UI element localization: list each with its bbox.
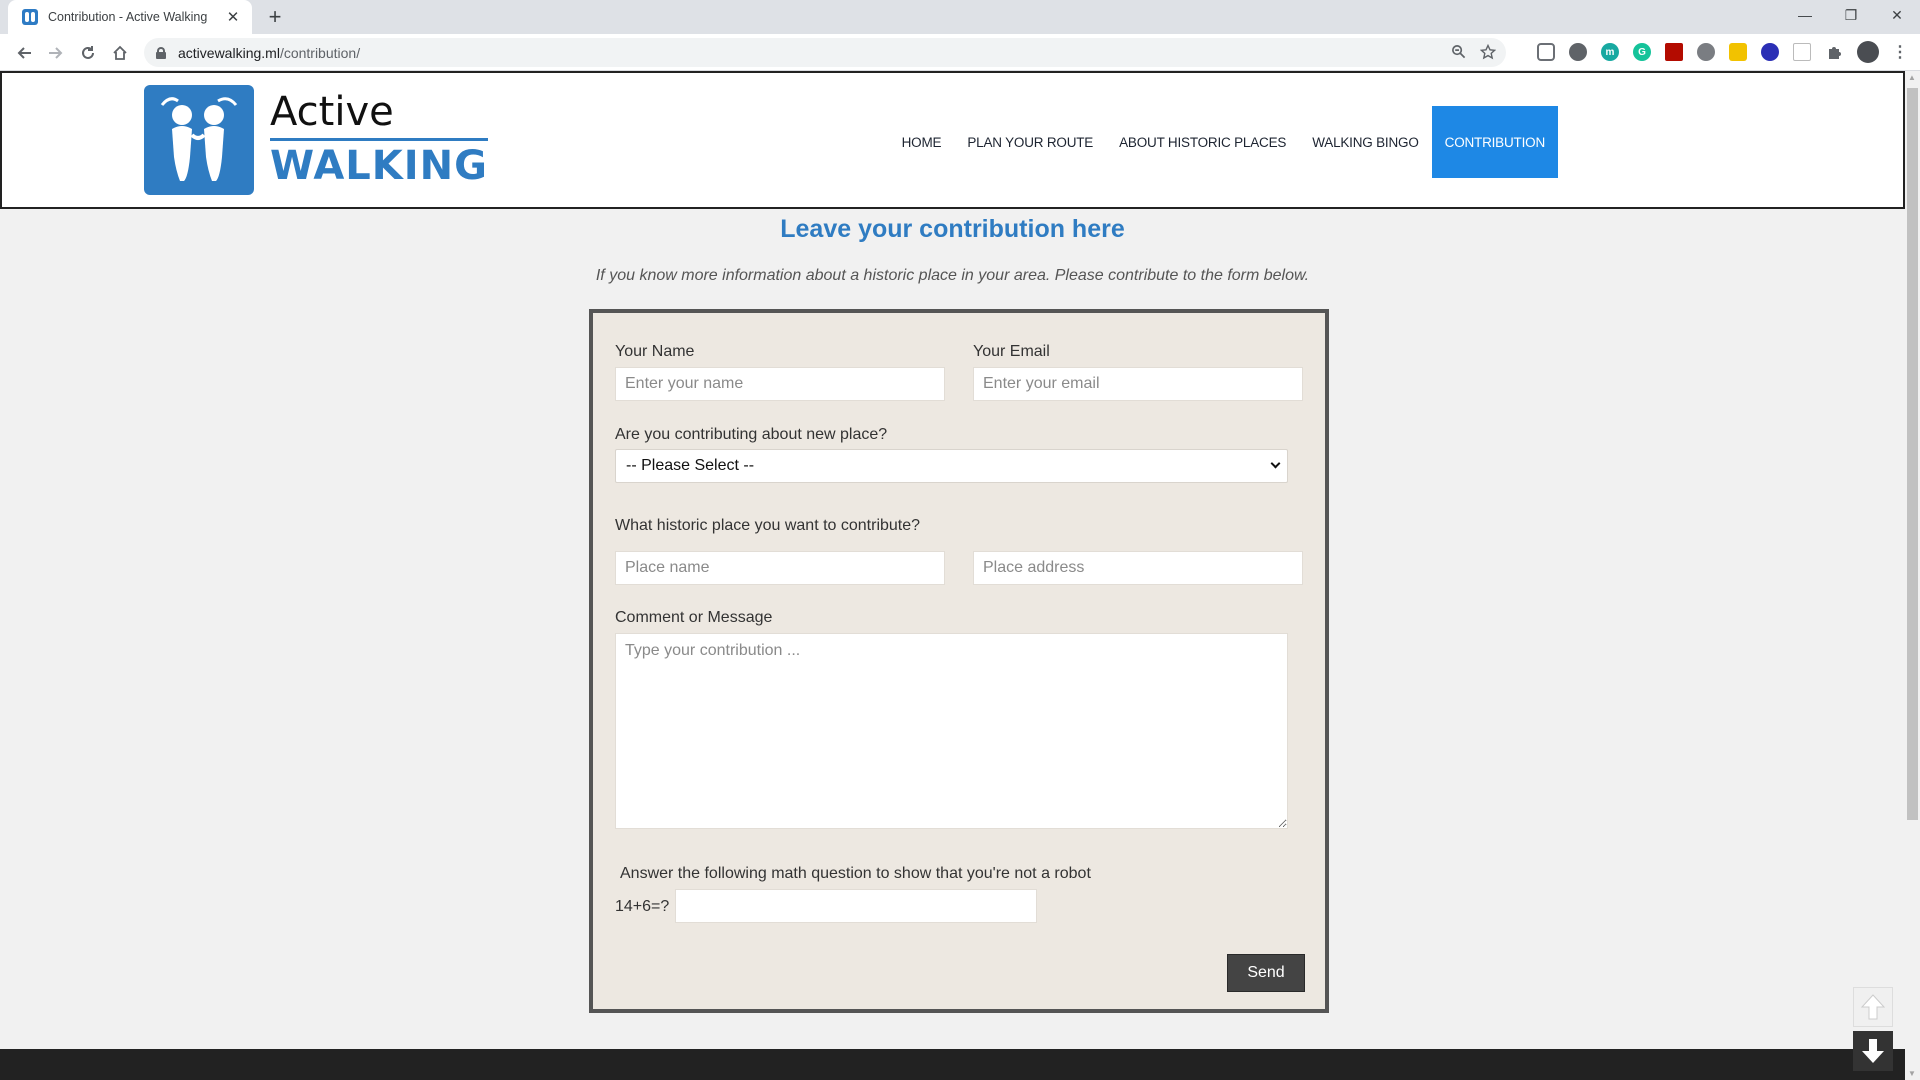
page-viewport: Active WALKING HOME PLAN YOUR ROUTE ABOU…: [0, 71, 1905, 1080]
site-footer: [0, 1049, 1905, 1080]
page-intro: If you know more information about a his…: [595, 267, 1310, 284]
address-bar[interactable]: activewalking.ml/contribution/: [144, 38, 1506, 67]
bookmark-star-icon[interactable]: [1479, 43, 1497, 64]
arrow-up-icon: [1860, 994, 1886, 1020]
profile-avatar[interactable]: [1857, 41, 1879, 63]
browser-tab[interactable]: Contribution - Active Walking ✕: [8, 0, 252, 34]
calendar-extension-icon[interactable]: [1793, 43, 1811, 61]
close-window-button[interactable]: ✕: [1874, 0, 1920, 30]
browser-toolbar: activewalking.ml/contribution/ m G ⋮: [0, 34, 1920, 71]
new-place-selected-value: -- Please Select --: [626, 457, 755, 474]
privacy-badger-extension-icon[interactable]: [1537, 43, 1555, 61]
back-arrow-icon[interactable]: [10, 39, 38, 67]
scroll-up-arrow-icon[interactable]: ▲: [1908, 73, 1916, 82]
m-extension-icon[interactable]: m: [1601, 43, 1619, 61]
new-place-label: Are you contributing about new place?: [615, 426, 888, 443]
site-header: Active WALKING HOME PLAN YOUR ROUTE ABOU…: [0, 71, 1905, 209]
page-scrollbar[interactable]: ▲ ▼: [1905, 71, 1920, 1080]
grammarly-extension-icon[interactable]: G: [1633, 43, 1651, 61]
forward-arrow-icon[interactable]: [42, 39, 70, 67]
diamond-extension-icon[interactable]: [1761, 43, 1779, 61]
email-input[interactable]: [973, 367, 1303, 401]
restore-button[interactable]: ❐: [1828, 0, 1874, 30]
new-place-select[interactable]: -- Please Select --: [615, 449, 1288, 483]
captcha-answer-input[interactable]: [675, 889, 1037, 923]
new-tab-button[interactable]: +: [262, 4, 288, 30]
site-favicon-icon: [22, 9, 38, 25]
message-label: Comment or Message: [615, 609, 773, 626]
arrow-down-icon: [1862, 1039, 1884, 1063]
place-name-input[interactable]: [615, 551, 945, 585]
zoom-icon[interactable]: [1451, 44, 1466, 63]
contribution-form: Your Name Your Email Are you contributin…: [589, 309, 1329, 1013]
reload-icon[interactable]: [74, 39, 102, 67]
name-input[interactable]: [615, 367, 945, 401]
email-label: Your Email: [973, 343, 1050, 360]
browser-menu-icon[interactable]: ⋮: [1891, 43, 1909, 61]
tab-title: Contribution - Active Walking: [48, 10, 208, 24]
scrollbar-thumb[interactable]: [1907, 88, 1918, 820]
minimize-button[interactable]: —: [1782, 0, 1828, 30]
captcha-instructions: Answer the following math question to sh…: [620, 865, 1091, 882]
page-title: Leave your contribution here: [780, 215, 1125, 243]
nav-item-plan-your-route[interactable]: PLAN YOUR ROUTE: [954, 106, 1106, 178]
extensions-puzzle-icon[interactable]: [1825, 43, 1843, 61]
name-label: Your Name: [615, 343, 695, 360]
screen-capture-extension-icon[interactable]: [1697, 43, 1715, 61]
browser-tab-strip: Contribution - Active Walking ✕ + — ❐ ✕: [0, 0, 1920, 34]
highlighter-extension-icon[interactable]: [1729, 43, 1747, 61]
scroll-down-arrow-icon[interactable]: ▼: [1908, 1069, 1916, 1078]
send-button[interactable]: Send: [1227, 954, 1305, 992]
nav-item-walking-bingo[interactable]: WALKING BINGO: [1299, 106, 1431, 178]
url-text: activewalking.ml/contribution/: [178, 44, 361, 61]
message-textarea[interactable]: [615, 633, 1288, 829]
scroll-to-bottom-button[interactable]: [1853, 1031, 1893, 1071]
walking-family-logo-icon: [144, 85, 254, 195]
site-logo[interactable]: Active WALKING: [144, 85, 488, 195]
tab-close-icon[interactable]: ✕: [224, 8, 242, 26]
window-controls: — ❐ ✕: [1782, 0, 1920, 30]
scroll-to-top-button[interactable]: [1853, 987, 1893, 1027]
place-address-input[interactable]: [973, 551, 1303, 585]
nav-item-contribution[interactable]: CONTRIBUTION: [1431, 106, 1558, 178]
acrobat-extension-icon[interactable]: [1665, 43, 1683, 61]
logo-text-walking: WALKING: [270, 142, 488, 189]
captcha-question: 14+6=?: [615, 898, 670, 915]
historic-place-label: What historic place you want to contribu…: [615, 517, 921, 534]
lock-icon: [156, 46, 166, 59]
lightbulb-extension-icon[interactable]: [1569, 43, 1587, 61]
logo-text-active: Active: [270, 90, 488, 141]
nav-item-about-historic-places[interactable]: ABOUT HISTORIC PLACES: [1106, 106, 1299, 178]
home-icon[interactable]: [106, 39, 134, 67]
chevron-down-icon: [1270, 458, 1281, 469]
nav-item-home[interactable]: HOME: [889, 106, 955, 178]
main-navigation: HOME PLAN YOUR ROUTE ABOUT HISTORIC PLAC…: [889, 106, 1558, 178]
